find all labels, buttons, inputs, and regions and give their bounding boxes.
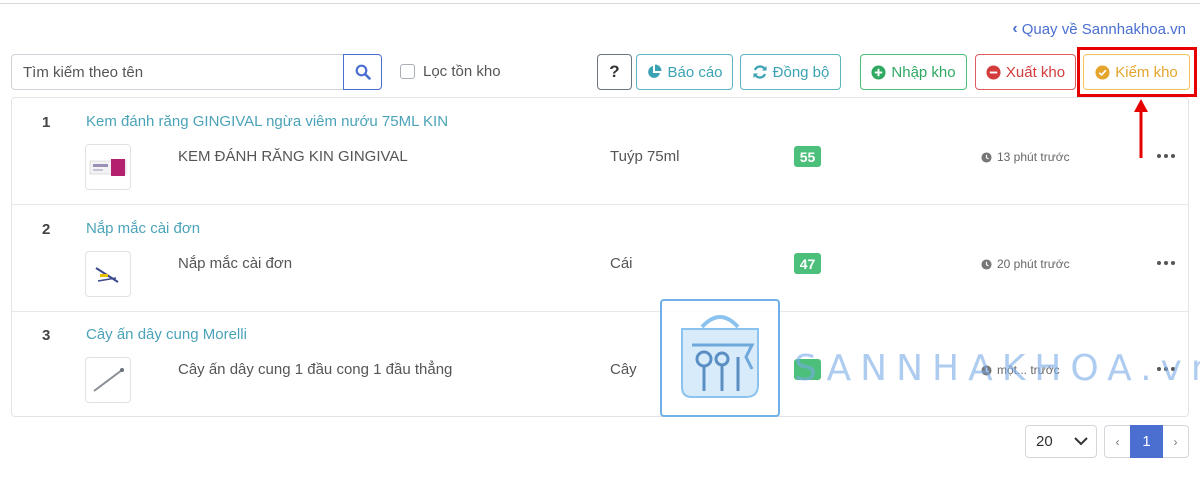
pie-chart-icon — [648, 64, 662, 78]
chevron-down-icon — [1074, 437, 1088, 446]
toolbar: Lọc tồn kho ? Báo cáo Đồng bộ Nhập kho — [11, 54, 1191, 90]
watermark-text: SANNHAKHOA.vn — [794, 348, 1200, 389]
chevron-left-icon: ‹ — [1012, 20, 1018, 37]
more-actions-button[interactable] — [1157, 257, 1175, 269]
updated-time-label: 13 phút trước — [997, 150, 1070, 164]
clock-icon — [981, 258, 992, 270]
product-thumbnail — [85, 251, 131, 297]
product-name: Cây ấn dây cung 1 đầu cong 1 đầu thẳng — [178, 361, 453, 378]
previous-page-button[interactable]: ‹ — [1104, 425, 1130, 458]
search-icon — [355, 64, 371, 80]
bracket-cap-image-icon — [95, 267, 119, 283]
report-button[interactable]: Báo cáo — [636, 54, 733, 90]
sync-icon — [753, 65, 767, 79]
report-label: Báo cáo — [667, 63, 723, 81]
help-label: ? — [609, 62, 620, 81]
wire-tool-image-icon — [93, 368, 124, 392]
back-to-site-link[interactable]: ‹ Quay về Sannhakhoa.vn — [1012, 20, 1186, 38]
help-button[interactable]: ? — [597, 54, 632, 90]
next-page-button[interactable]: › — [1163, 425, 1189, 458]
toothpaste-image-icon — [89, 159, 127, 176]
dental-bag-logo-icon — [681, 315, 759, 398]
stock-quantity-badge: 55 — [794, 146, 821, 167]
row-index: 2 — [42, 221, 51, 238]
product-unit: Cái — [610, 255, 633, 272]
product-thumbnail — [85, 357, 131, 403]
list-item: 2 Nắp mắc cài đơn Nắp mắc cài đơn Cái 47… — [12, 205, 1188, 312]
list-item: 1 Kem đánh răng GINGIVAL ngừa viêm nướu … — [12, 98, 1188, 205]
next-page-label: › — [1173, 434, 1178, 449]
product-thumbnail — [85, 144, 131, 190]
row-index: 1 — [42, 114, 51, 131]
clock-icon — [981, 151, 992, 163]
page-size-value: 20 — [1036, 433, 1053, 450]
row-index: 3 — [42, 327, 51, 344]
page-button-current[interactable]: 1 — [1130, 425, 1163, 458]
updated-time-label: 20 phút trước — [997, 257, 1070, 271]
annotation-highlight-box — [1077, 47, 1197, 97]
product-unit: Tuýp 75ml — [610, 148, 680, 165]
sync-label: Đồng bộ — [772, 63, 830, 81]
sync-button[interactable]: Đồng bộ — [740, 54, 841, 90]
import-button[interactable]: Nhập kho — [860, 54, 967, 90]
current-page-label: 1 — [1142, 433, 1151, 450]
search-button[interactable] — [343, 54, 382, 90]
top-divider — [0, 3, 1200, 4]
stock-filter[interactable]: Lọc tồn kho — [400, 63, 501, 80]
plus-circle-icon — [871, 64, 886, 80]
page-size-select[interactable]: 20 — [1025, 425, 1097, 458]
updated-time: 13 phút trước — [981, 150, 1070, 164]
product-title-link[interactable]: Kem đánh răng GINGIVAL ngừa viêm nướu 75… — [86, 113, 448, 130]
updated-time: 20 phút trước — [981, 257, 1070, 271]
product-name: Nắp mắc cài đơn — [178, 255, 293, 272]
export-label: Xuất kho — [1005, 63, 1066, 81]
product-name: KEM ĐÁNH RĂNG KIN GINGIVAL — [178, 148, 408, 165]
stock-quantity-badge: 47 — [794, 253, 821, 274]
search-box — [11, 54, 382, 90]
more-actions-button[interactable] — [1157, 150, 1175, 162]
import-label: Nhập kho — [891, 63, 956, 81]
stock-filter-checkbox[interactable] — [400, 64, 415, 79]
product-title-link[interactable]: Cây ấn dây cung Morelli — [86, 326, 247, 343]
export-button[interactable]: Xuất kho — [975, 54, 1076, 90]
product-title-link[interactable]: Nắp mắc cài đơn — [86, 220, 200, 237]
product-unit: Cây — [610, 361, 637, 378]
back-link-label: Quay về Sannhakhoa.vn — [1021, 20, 1186, 38]
minus-circle-icon — [986, 64, 1001, 80]
stock-filter-label: Lọc tồn kho — [423, 63, 501, 80]
watermark-logo — [660, 299, 780, 417]
search-input[interactable] — [11, 54, 343, 90]
previous-page-label: ‹ — [1115, 434, 1120, 449]
